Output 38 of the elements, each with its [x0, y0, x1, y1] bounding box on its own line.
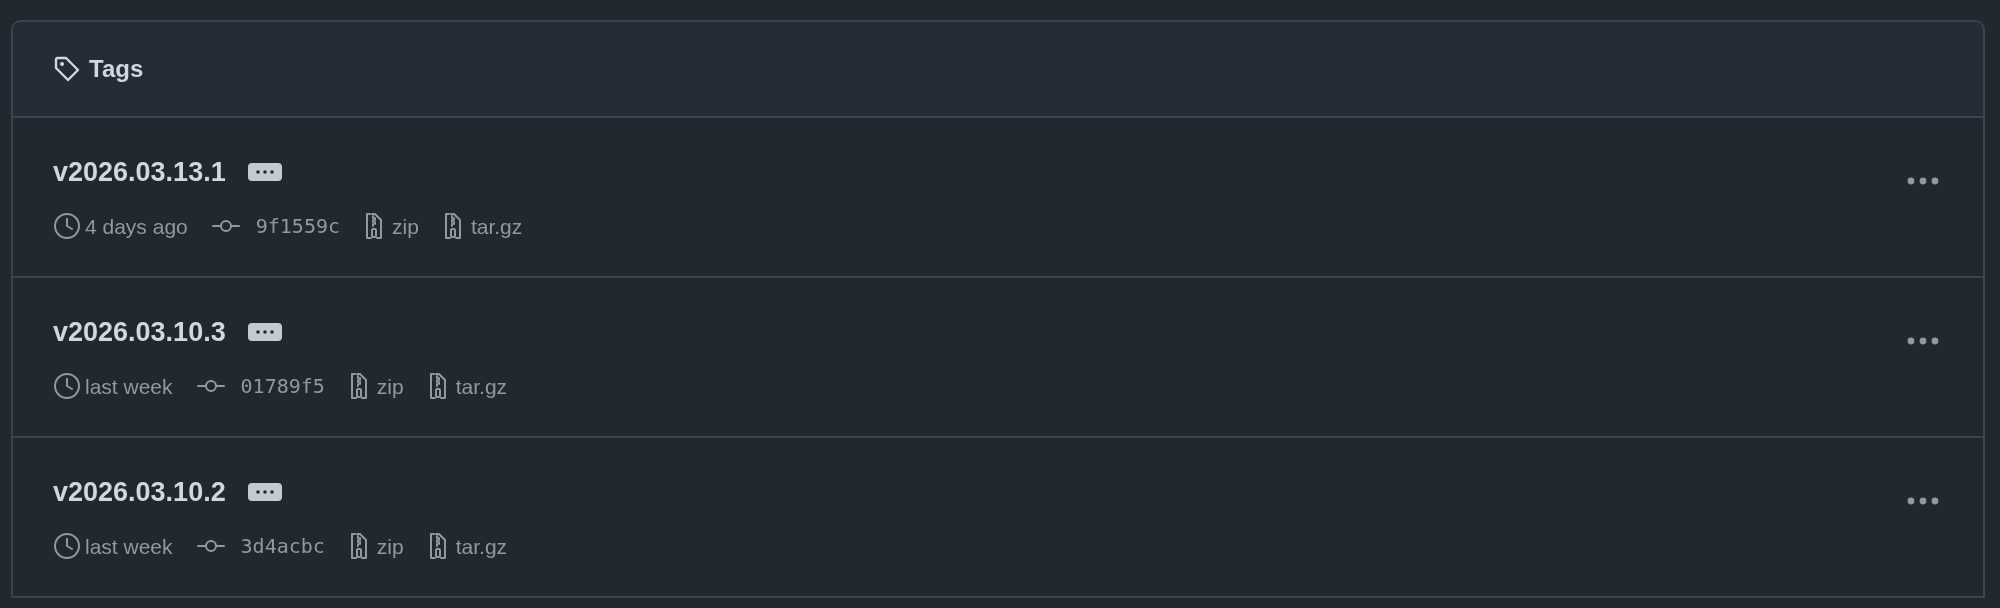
file-zip-icon — [348, 532, 369, 561]
commit-icon — [196, 538, 225, 555]
commit-link[interactable]: 01789f5 — [240, 371, 325, 402]
tag-icon — [53, 55, 81, 83]
download-link[interactable]: zip — [392, 210, 419, 242]
file-zip-icon — [427, 372, 448, 401]
commit-link[interactable]: 3d4acbc — [240, 531, 325, 562]
ellipsis-icon — [255, 330, 274, 335]
more-icon — [1907, 496, 1939, 505]
clock-icon — [53, 532, 81, 561]
tag-link[interactable]: v2026.03.10.3 — [53, 312, 226, 353]
clock-icon — [53, 212, 81, 241]
file-zip-icon — [442, 212, 463, 241]
download-link[interactable]: tar.gz — [470, 210, 523, 242]
download-link[interactable]: tar.gz — [455, 530, 508, 562]
relative-time: last week — [85, 373, 173, 400]
expand-button[interactable] — [247, 323, 282, 342]
download-link[interactable]: zip — [376, 530, 404, 562]
relative-time: 4 days ago — [85, 213, 188, 240]
ellipsis-icon — [255, 490, 274, 495]
section-title: Tags — [89, 54, 144, 84]
clock-icon — [53, 372, 81, 401]
expand-button[interactable] — [247, 163, 282, 182]
relative-time: last week — [85, 533, 173, 560]
file-zip-icon — [348, 372, 369, 401]
expand-button[interactable] — [247, 483, 282, 502]
tag-link[interactable]: v2026.03.10.2 — [53, 472, 226, 513]
more-icon — [1907, 176, 1939, 185]
ellipsis-icon — [255, 170, 274, 175]
commit-link[interactable]: 9f1559c — [255, 211, 341, 242]
tag-link[interactable]: v2026.03.13.1 — [53, 152, 226, 193]
download-link[interactable]: tar.gz — [455, 370, 508, 402]
more-icon — [1907, 336, 1939, 345]
file-zip-icon — [364, 212, 385, 241]
file-zip-icon — [427, 532, 448, 561]
commit-icon — [211, 218, 240, 235]
download-link[interactable]: zip — [376, 370, 404, 402]
commit-icon — [196, 378, 225, 395]
